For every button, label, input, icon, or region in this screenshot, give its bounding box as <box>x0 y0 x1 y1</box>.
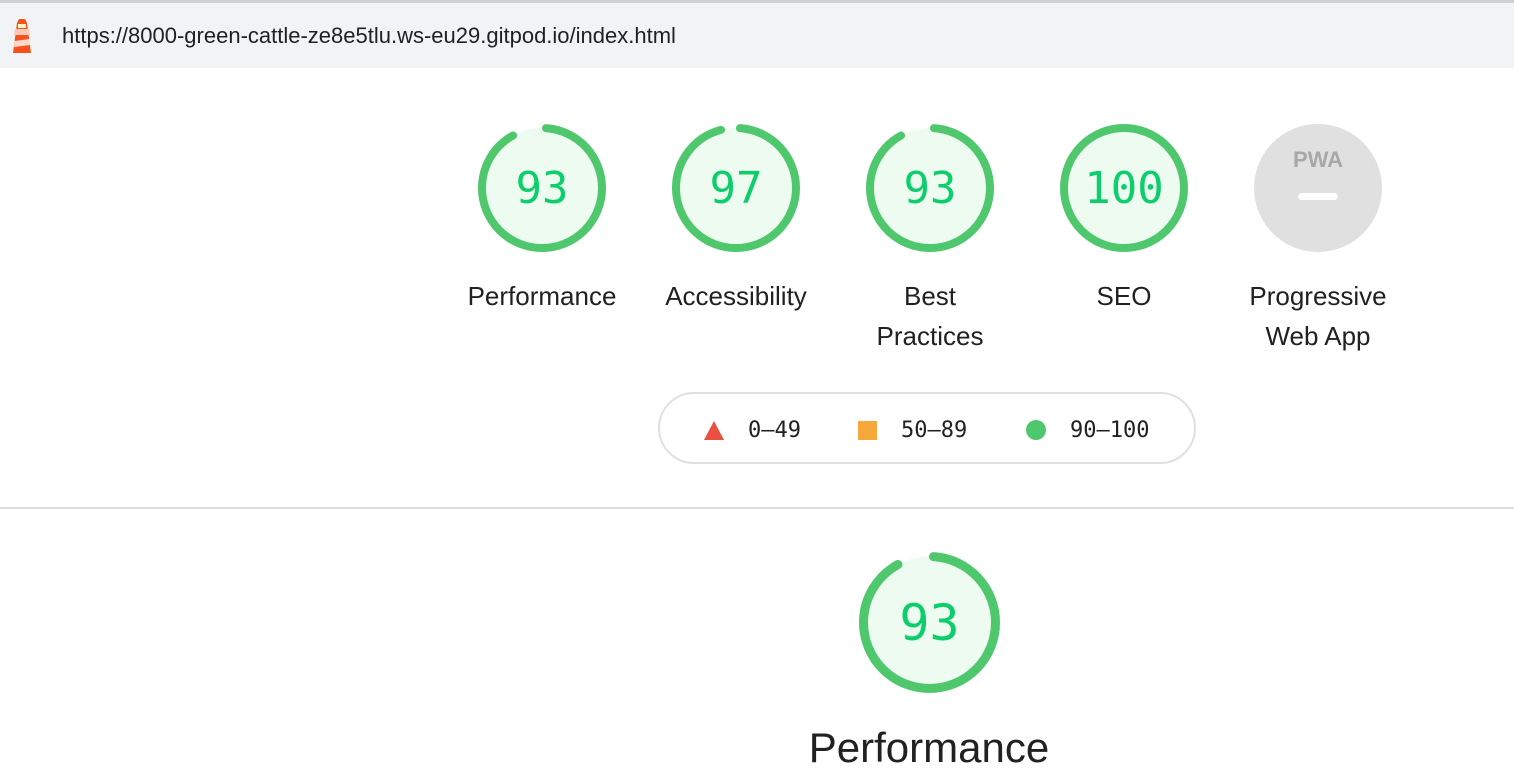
gauge-best-practices-ring: 93 <box>866 124 994 252</box>
performance-section-title: Performance <box>808 724 1050 771</box>
legend-item-average: 50–89 <box>858 394 967 466</box>
legend-range-fail: 0–49 <box>748 417 801 443</box>
square-average-icon <box>858 420 877 440</box>
circle-pass-icon <box>1026 420 1046 440</box>
gauge-label-performance: Performance <box>467 281 617 311</box>
gauge-seo[interactable]: 100 SEO <box>1034 122 1214 316</box>
legend-item-fail: 0–49 <box>704 394 801 466</box>
pwa-badge-text: PWA <box>1293 147 1343 172</box>
gauge-score: 93 <box>904 163 957 214</box>
pwa-icon: PWA <box>1254 124 1382 252</box>
lighthouse-icon <box>13 19 31 53</box>
gauge-accessibility-ring: 97 <box>672 124 800 252</box>
gauge-score: 97 <box>710 163 763 214</box>
gauge-label-best-practices: Best Practices <box>876 281 984 351</box>
gauge-score: 93 <box>516 163 569 214</box>
legend-range-pass: 90–100 <box>1070 417 1150 443</box>
legend-range-average: 50–89 <box>901 417 968 443</box>
gauge-accessibility[interactable]: 97 Accessibility <box>646 122 826 316</box>
gauge-label-pwa: Progressive Web App <box>1249 281 1387 351</box>
gauge-best-practices[interactable]: 93 Best Practices <box>840 122 1020 356</box>
section-divider <box>0 507 1514 509</box>
report-topbar: https://8000-green-cattle-ze8e5tlu.ws-eu… <box>0 3 1514 68</box>
performance-section-gauge: 93 <box>859 552 1000 693</box>
gauge-score: 100 <box>1084 163 1163 214</box>
gauge-performance-ring: 93 <box>478 124 606 252</box>
gauge-label-accessibility: Accessibility <box>665 281 807 311</box>
legend-item-pass: 90–100 <box>1026 394 1149 466</box>
performance-section-score: 93 <box>899 594 959 652</box>
gauge-seo-ring: 100 <box>1060 124 1188 252</box>
report-url[interactable]: https://8000-green-cattle-ze8e5tlu.ws-eu… <box>62 23 676 49</box>
gauge-performance[interactable]: 93 Performance <box>452 122 632 316</box>
score-scale-legend: 0–49 50–89 90–100 <box>658 392 1196 464</box>
gauge-label-seo: SEO <box>1096 281 1152 311</box>
triangle-fail-icon <box>704 420 724 440</box>
gauge-pwa[interactable]: PWA Progressive Web App <box>1228 122 1408 356</box>
